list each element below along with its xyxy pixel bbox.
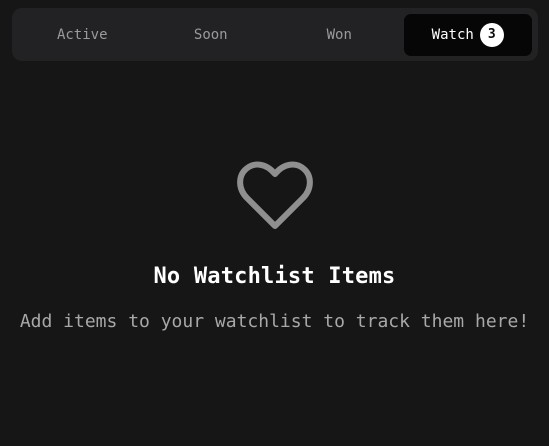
- empty-state-description: Add items to your watchlist to track the…: [19, 311, 530, 332]
- empty-state-title: No Watchlist Items: [153, 264, 396, 289]
- heart-icon: [236, 161, 313, 229]
- tab-active[interactable]: Active: [18, 14, 147, 56]
- tab-won[interactable]: Won: [275, 14, 404, 56]
- tab-label: Soon: [193, 26, 228, 43]
- tab-label: Watch: [431, 26, 474, 43]
- tab-soon[interactable]: Soon: [147, 14, 276, 56]
- tab-watch[interactable]: Watch 3: [403, 13, 532, 56]
- tab-label: Active: [56, 26, 108, 43]
- tab-bar: Active Soon Won Watch 3: [12, 8, 538, 61]
- tab-label: Won: [326, 26, 352, 43]
- watch-count-badge: 3: [479, 22, 504, 47]
- empty-state: No Watchlist Items Add items to your wat…: [0, 160, 549, 337]
